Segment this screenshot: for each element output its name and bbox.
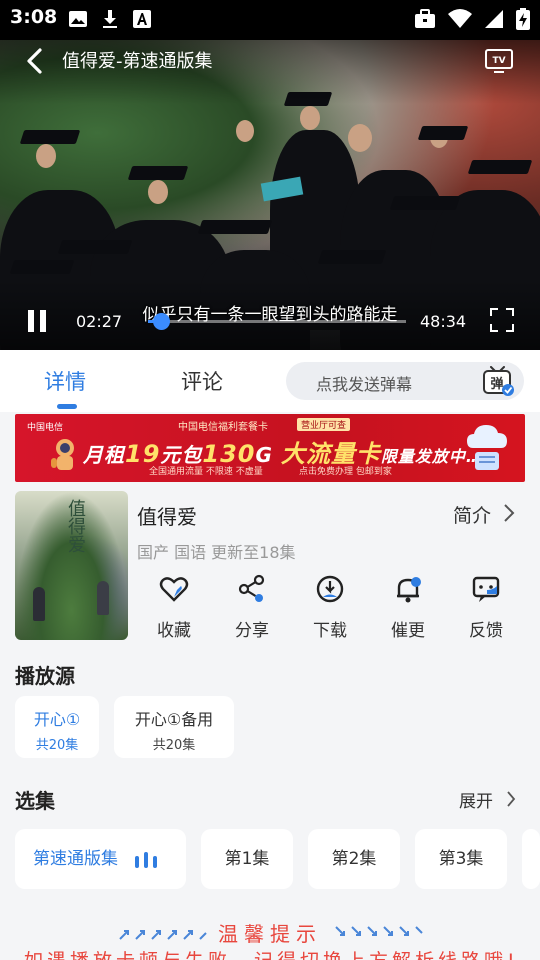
arrows-icon	[335, 926, 423, 936]
signal-icon	[485, 10, 503, 28]
tab-details[interactable]: 详情	[44, 366, 86, 396]
chevron-right-icon[interactable]	[505, 790, 517, 808]
source-item[interactable]: 开心①备用 共20集	[114, 696, 234, 758]
expand-button[interactable]: 展开	[459, 787, 493, 812]
status-bar: 3:08	[0, 0, 540, 40]
action-row: 收藏 分享 下载 催更 反馈	[137, 574, 527, 644]
episode-item[interactable]: 第1集	[201, 829, 293, 889]
chevron-right-icon[interactable]	[502, 503, 516, 523]
danmu-input[interactable]: 点我发送弹幕 弹	[286, 362, 524, 400]
danmu-placeholder: 点我发送弹幕	[316, 375, 413, 394]
download-status-icon	[103, 10, 117, 28]
danmu-icon-label: 弹	[490, 376, 503, 392]
progress-thumb[interactable]	[152, 313, 170, 330]
tv-cast-icon[interactable]: TV	[484, 46, 514, 74]
poster-title: 值得爱	[65, 499, 86, 553]
current-time: 02:27	[76, 312, 123, 331]
share-icon	[238, 574, 265, 602]
tips-body: 如遇播放卡顿与失败，记得切换上方解析线路哦!	[24, 946, 519, 960]
astronaut-icon	[51, 439, 74, 470]
urge-update-button[interactable]: 催更	[378, 574, 438, 641]
progress-bar[interactable]	[148, 313, 406, 330]
battery-icon	[516, 8, 530, 30]
bell-icon	[397, 577, 421, 603]
banner-main: 月租19元包130G 大流量卡限量发放中……	[83, 440, 500, 468]
cloud-icon	[467, 425, 507, 470]
video-player[interactable]: 值得爱-第速通版集 TV 似乎只有一条一眼望到头的路能走 02:27 48:34	[0, 40, 540, 350]
ad-banner[interactable]: 中国电信 中国电信福利套餐卡 营业厅可查 月租19元包130G 大流量卡限量发放…	[15, 414, 525, 482]
back-icon[interactable]	[20, 46, 50, 76]
wifi-icon	[448, 9, 472, 28]
source-section-title: 播放源	[15, 664, 75, 688]
pause-icon[interactable]	[26, 310, 50, 334]
episode-item-partial[interactable]	[522, 829, 540, 889]
download-icon	[316, 575, 344, 603]
tab-indicator	[57, 404, 77, 409]
banner-sub-left: 全国通用流量 不限速 不虚量	[149, 467, 263, 477]
svg-text:TV: TV	[492, 56, 505, 66]
banner-top-line: 中国电信福利套餐卡	[178, 422, 268, 433]
tab-comments[interactable]: 评论	[181, 366, 223, 396]
total-time: 48:34	[420, 312, 467, 331]
font-icon	[133, 10, 151, 28]
banner-tag: 营业厅可查	[297, 418, 351, 431]
detail-content: 中国电信 中国电信福利套餐卡 营业厅可查 月租19元包130G 大流量卡限量发放…	[0, 412, 540, 960]
feedback-button[interactable]: 反馈	[456, 574, 516, 641]
show-poster[interactable]: 值得爱	[15, 491, 128, 640]
intro-link[interactable]: 简介	[453, 501, 491, 528]
episode-item[interactable]: 第3集	[415, 829, 507, 889]
share-button[interactable]: 分享	[222, 574, 282, 641]
video-title: 值得爱-第速通版集	[62, 51, 213, 72]
tab-bar: 详情 评论 点我发送弹幕 弹	[0, 350, 540, 412]
banner-sub-right: 点击免费办理 包邮到家	[299, 467, 392, 477]
danmu-toggle-icon[interactable]: 弹	[482, 366, 514, 396]
download-button[interactable]: 下载	[300, 574, 360, 641]
source-item[interactable]: 开心① 共20集	[15, 696, 99, 758]
tips-title: 温馨提示	[218, 922, 322, 946]
episode-item[interactable]: 第2集	[308, 829, 400, 889]
fullscreen-icon[interactable]	[490, 308, 514, 332]
favorite-button[interactable]: 收藏	[144, 574, 204, 641]
show-title: 值得爱	[137, 505, 197, 529]
banner-logo: 中国电信	[27, 423, 64, 433]
show-meta: 国产 国语 更新至18集	[137, 543, 296, 562]
heart-icon	[159, 577, 189, 602]
briefcase-icon	[415, 9, 435, 28]
feedback-icon	[472, 576, 500, 602]
playing-icon	[135, 852, 161, 868]
status-time: 3:08	[10, 6, 58, 28]
episode-section-title: 选集	[15, 789, 55, 813]
gallery-icon	[69, 11, 87, 27]
